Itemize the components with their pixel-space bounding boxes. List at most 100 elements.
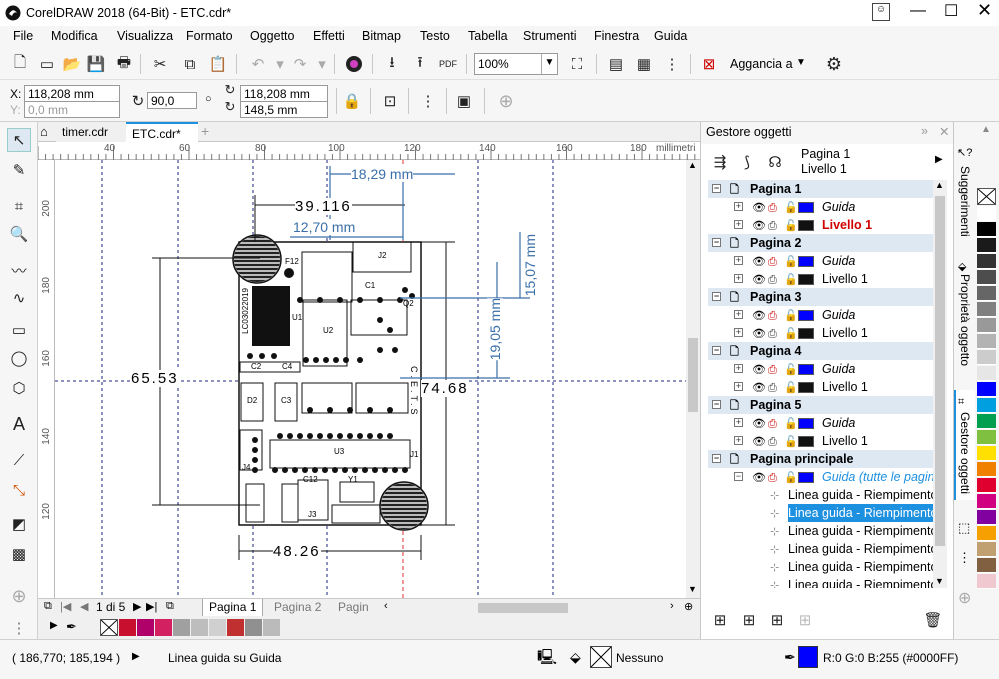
layer-color-swatch[interactable] — [798, 472, 814, 483]
expand-icon[interactable]: + — [734, 310, 743, 319]
layer-color-swatch[interactable] — [798, 256, 814, 267]
palette-swatch[interactable] — [977, 302, 996, 317]
tab-gestore-oggetti[interactable]: Gestore oggetti — [958, 412, 972, 494]
visibility-eye-icon[interactable]: 👁 — [752, 361, 766, 379]
visibility-eye-icon[interactable]: 👁 — [752, 253, 766, 271]
horizontal-ruler[interactable]: 40 60 80 100 120 140 160 180 millimetri — [38, 142, 700, 160]
tree-layer-row[interactable]: + 👁 ⎙ 🔓 Guida — [708, 198, 933, 216]
docker-close-icon[interactable]: ✕ — [939, 124, 949, 139]
expand-icon[interactable]: + — [734, 364, 743, 373]
shape-tool-icon[interactable]: ✎ — [7, 158, 31, 182]
horizontal-scroll-thumb[interactable] — [478, 603, 568, 613]
page-tab-2[interactable]: Pagina 2 — [268, 599, 327, 617]
lock-icon[interactable]: 🔓 — [784, 199, 798, 217]
menu-visualizza[interactable]: Visualizza — [117, 29, 173, 43]
rotation-angle-field[interactable]: 90,0 — [147, 92, 197, 109]
lock-icon[interactable]: 🔓 — [784, 271, 798, 289]
account-icon[interactable]: ☺ — [872, 3, 890, 21]
print-icon[interactable]: ⎙ — [768, 199, 777, 217]
tree-layer-row[interactable]: + 👁 ⎙ 🔓 Guida — [708, 360, 933, 378]
print-icon[interactable]: ⎙ — [768, 469, 777, 487]
x-position-field[interactable]: 118,208 mm — [24, 85, 120, 102]
tree-guideline-row[interactable]: ⊹ Linea guida - Riempimento — [708, 558, 937, 576]
tree-layer-row[interactable]: + 👁 ⎙ 🔓 Livello 1 — [708, 216, 933, 234]
layer-color-swatch[interactable] — [798, 220, 814, 231]
document-palette-swatch[interactable] — [137, 619, 154, 636]
print-icon[interactable]: ⎙ — [768, 253, 777, 271]
print-icon[interactable]: ⎙ — [768, 307, 777, 325]
new-layer-icon[interactable]: ⊞ — [708, 608, 732, 632]
no-color-swatch[interactable] — [100, 619, 118, 636]
visibility-eye-icon[interactable]: 👁 — [752, 325, 766, 343]
layer-color-swatch[interactable] — [798, 202, 814, 213]
new-master-layer-icon[interactable]: ⊞ — [737, 608, 761, 632]
visibility-eye-icon[interactable]: 👁 — [752, 199, 766, 217]
tree-layer-row[interactable]: + 👁 ⎙ 🔓 Livello 1 — [708, 324, 933, 342]
palette-swatch[interactable] — [977, 366, 996, 381]
tree-page-row[interactable]: − 🗋 Pagina principale — [708, 450, 933, 468]
tree-layer-row[interactable]: + 👁 ⎙ 🔓 Guida — [708, 252, 933, 270]
quick-customize-icon[interactable]: ⋮ — [7, 616, 31, 640]
next-page-icon[interactable]: ▶ — [133, 600, 141, 613]
pick-tool-icon[interactable]: ↖ — [7, 128, 31, 152]
palette-swatch[interactable] — [977, 270, 996, 285]
expand-icon[interactable]: + — [734, 436, 743, 445]
full-screen-icon[interactable]: ⛶ — [565, 52, 589, 76]
undo-icon[interactable]: ↶ — [246, 52, 270, 76]
tree-layer-row[interactable]: + 👁 ⎙ 🔓 Guida — [708, 306, 933, 324]
palette-swatch[interactable] — [977, 334, 996, 349]
tree-scrollbar[interactable]: ▲ ▼ — [933, 180, 947, 588]
scroll-up-icon[interactable]: ▲ — [688, 160, 697, 170]
expand-icon[interactable]: + — [734, 274, 743, 283]
layer-color-swatch[interactable] — [798, 274, 814, 285]
lock-icon[interactable]: 🔓 — [784, 379, 798, 397]
eyedropper-icon[interactable]: ✒ — [66, 619, 77, 635]
ellipse-tool-icon[interactable]: ◯ — [7, 346, 31, 370]
zoom-select[interactable]: 100% ▼ — [474, 53, 558, 75]
document-palette-swatch[interactable] — [119, 619, 136, 636]
layer-color-swatch[interactable] — [798, 310, 814, 321]
expand-icon[interactable]: + — [734, 418, 743, 427]
tab-suggerimenti[interactable]: Suggerimenti — [958, 166, 972, 237]
document-palette-swatch[interactable] — [263, 619, 280, 636]
document-palette-swatch[interactable] — [173, 619, 190, 636]
tab-etc[interactable]: ETC.cdr* — [126, 122, 198, 142]
rectangle-tool-icon[interactable]: ▭ — [7, 318, 31, 342]
paste-icon[interactable]: 📋 — [206, 52, 230, 76]
palette-swatch[interactable] — [977, 446, 996, 461]
tree-guideline-row[interactable]: ⊹ Linea guida - Riempimento — [708, 576, 937, 588]
collapse-icon[interactable]: − — [712, 346, 721, 355]
add-icon[interactable]: ⊕ — [494, 89, 518, 113]
guidelines-icon[interactable]: ⋮ — [416, 89, 440, 113]
guideline-properties-icon[interactable]: ▣ — [452, 89, 476, 113]
palette-swatch[interactable] — [977, 254, 996, 269]
center-x-field[interactable]: 118,208 mm — [240, 85, 328, 102]
drawing-canvas[interactable]: 39.116 18,29 mm 12,70 mm 15,07 mm 19,05 … — [55, 160, 686, 598]
visibility-eye-icon[interactable]: 👁 — [752, 415, 766, 433]
visibility-eye-icon[interactable]: 👁 — [752, 271, 766, 289]
print-icon[interactable]: ⎙ — [768, 433, 777, 451]
text-tool-icon[interactable]: A — [7, 412, 31, 436]
scroll-down-icon[interactable]: ▼ — [688, 584, 697, 594]
save-icon[interactable]: 💾 — [84, 52, 108, 76]
color-proof-icon[interactable]: 🖳 — [537, 647, 557, 672]
palette-swatch[interactable] — [977, 558, 996, 573]
layer-options-icon[interactable]: ⇶ — [708, 150, 732, 174]
tree-guideline-row[interactable]: ⊹ Linea guida - Riempimento — [708, 522, 937, 540]
expand-icon[interactable]: + — [734, 328, 743, 337]
lock-icon[interactable]: 🔓 — [784, 361, 798, 379]
palette-swatch[interactable] — [977, 574, 996, 589]
palette-swatch[interactable] — [977, 238, 996, 253]
tree-guideline-row[interactable]: ⊹ Linea guida - Riempimento — [708, 540, 937, 558]
add-tool-icon[interactable]: ⊕ — [7, 584, 31, 608]
tree-layer-row[interactable]: + 👁 ⎙ 🔓 Guida — [708, 414, 933, 432]
last-page-icon[interactable]: ▶| — [146, 600, 157, 613]
outline-color-swatch[interactable] — [798, 646, 818, 668]
menu-formato[interactable]: Formato — [186, 29, 233, 43]
redo-dropdown-icon[interactable]: ▾ — [310, 52, 334, 76]
palette-swatch[interactable] — [977, 382, 996, 397]
palette-swatch[interactable] — [977, 478, 996, 493]
layer-color-swatch[interactable] — [798, 364, 814, 375]
visibility-eye-icon[interactable]: 👁 — [752, 217, 766, 235]
palette-swatch[interactable] — [977, 286, 996, 301]
